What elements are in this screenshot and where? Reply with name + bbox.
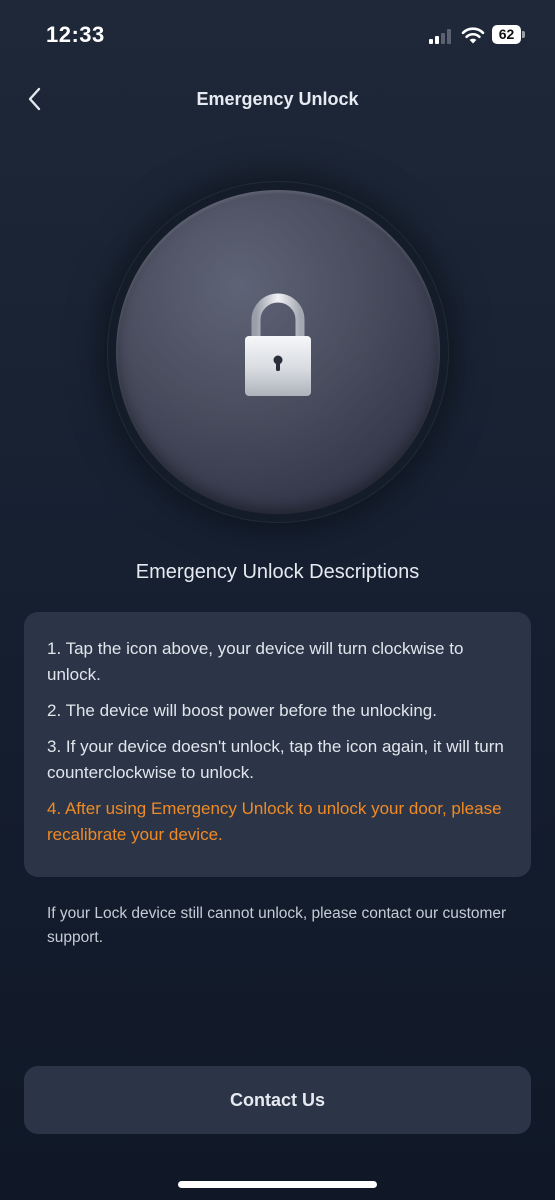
- support-note: If your Lock device still cannot unlock,…: [47, 905, 507, 946]
- battery-icon: 62: [492, 25, 526, 45]
- wifi-icon: [461, 25, 485, 45]
- cellular-signal-icon: [429, 28, 455, 44]
- description-item: 2. The device will boost power before th…: [47, 701, 437, 720]
- status-bar: 12:33 62: [0, 0, 555, 70]
- contact-us-button[interactable]: Contact Us: [24, 1066, 531, 1134]
- description-item: 3. If your device doesn't unlock, tap th…: [47, 737, 504, 782]
- padlock-icon[interactable]: [244, 290, 312, 398]
- description-item: 1. Tap the icon above, your device will …: [47, 639, 464, 684]
- battery-level: 62: [492, 25, 521, 44]
- home-indicator: [178, 1181, 377, 1188]
- descriptions-title: Emergency Unlock Descriptions: [135, 561, 420, 583]
- description-warning-item: 4. After using Emergency Unlock to unloc…: [47, 799, 502, 844]
- status-time: 12:33: [46, 22, 105, 47]
- page-title: Emergency Unlock: [196, 89, 359, 109]
- descriptions-card: 1. Tap the icon above, your device will …: [24, 612, 531, 877]
